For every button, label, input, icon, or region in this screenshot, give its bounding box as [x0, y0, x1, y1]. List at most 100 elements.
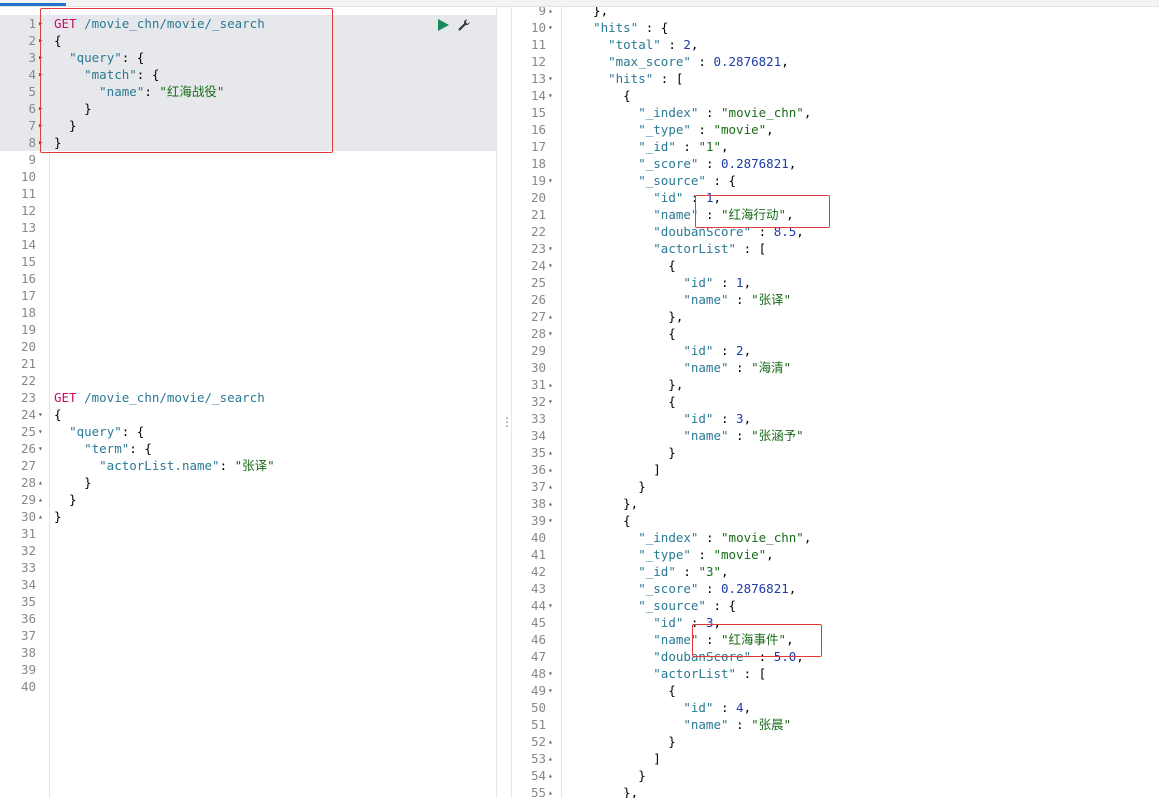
response-viewer[interactable]: 9 },10 "hits" : {11 "total" : 2,12 "max_…	[512, 7, 1159, 798]
fold-collapse-icon[interactable]	[38, 491, 48, 508]
code-line[interactable]: 36	[0, 610, 496, 627]
fold-toggle-icon[interactable]	[548, 682, 558, 699]
fold-toggle-icon[interactable]	[38, 406, 48, 423]
code-line[interactable]: 27 "actorList.name": "张译"	[0, 457, 496, 474]
code-line[interactable]: 49 {	[512, 682, 1159, 699]
code-line[interactable]: 55 },	[512, 784, 1159, 798]
fold-toggle-icon[interactable]	[548, 87, 558, 104]
code-line[interactable]: 32	[0, 542, 496, 559]
request-editor[interactable]: 1GET /movie_chn/movie/_search2{3 "query"…	[0, 7, 496, 798]
code-line[interactable]: 9 },	[512, 7, 1159, 19]
code-line[interactable]: 34	[0, 576, 496, 593]
code-line[interactable]: 11 "total" : 2,	[512, 36, 1159, 53]
code-line[interactable]: 10	[0, 168, 496, 185]
fold-collapse-icon[interactable]	[38, 508, 48, 525]
fold-toggle-icon[interactable]	[38, 117, 48, 135]
code-line[interactable]: 37 }	[512, 478, 1159, 495]
code-line[interactable]: 23 GET /movie_chn/movie/_search	[0, 389, 496, 406]
code-line[interactable]: 29 }	[0, 491, 496, 508]
fold-toggle-icon[interactable]	[548, 257, 558, 274]
code-line[interactable]: 54 }	[512, 767, 1159, 784]
code-line[interactable]: 16	[0, 270, 496, 287]
code-line[interactable]: 13	[0, 219, 496, 236]
code-line[interactable]: 29 "id" : 2,	[512, 342, 1159, 359]
fold-collapse-icon[interactable]	[548, 7, 558, 19]
fold-toggle-icon[interactable]	[38, 440, 48, 457]
play-icon[interactable]	[438, 18, 449, 31]
code-line[interactable]: 8}	[0, 134, 496, 151]
code-line[interactable]: 15	[0, 253, 496, 270]
fold-collapse-icon[interactable]	[548, 784, 558, 798]
fold-toggle-icon[interactable]	[548, 597, 558, 614]
code-line[interactable]: 48 "actorList" : [	[512, 665, 1159, 682]
fold-toggle-icon[interactable]	[38, 66, 48, 84]
code-line[interactable]: 18	[0, 304, 496, 321]
code-line[interactable]: 6 }	[0, 100, 496, 117]
code-line[interactable]: 4 "match": {	[0, 66, 496, 83]
fold-toggle-icon[interactable]	[38, 32, 48, 50]
code-line[interactable]: 25 "query": {	[0, 423, 496, 440]
code-line[interactable]: 1 GET /movie_chn/movie/_search	[0, 15, 496, 32]
code-line[interactable]: 39	[0, 661, 496, 678]
fold-collapse-icon[interactable]	[548, 478, 558, 495]
code-line[interactable]: 28 {	[512, 325, 1159, 342]
code-line[interactable]: 36 ]	[512, 461, 1159, 478]
code-line[interactable]: 31 },	[512, 376, 1159, 393]
code-line[interactable]: 44 "_source" : {	[512, 597, 1159, 614]
code-line[interactable]: 11	[0, 185, 496, 202]
fold-collapse-icon[interactable]	[548, 461, 558, 478]
code-line[interactable]: 43 "_score" : 0.2876821,	[512, 580, 1159, 597]
code-line[interactable]: 7 }	[0, 117, 496, 134]
code-line[interactable]: 12 "max_score" : 0.2876821,	[512, 53, 1159, 70]
fold-toggle-icon[interactable]	[548, 240, 558, 257]
fold-collapse-icon[interactable]	[548, 495, 558, 512]
fold-collapse-icon[interactable]	[548, 308, 558, 325]
fold-toggle-icon[interactable]	[548, 665, 558, 682]
fold-toggle-icon[interactable]	[548, 325, 558, 342]
code-line[interactable]: 46 "name" : "红海事件",	[512, 631, 1159, 648]
code-line[interactable]: 33 "id" : 3,	[512, 410, 1159, 427]
code-line[interactable]: 26 "term": {	[0, 440, 496, 457]
code-line[interactable]: 3 "query": {	[0, 49, 496, 66]
code-line[interactable]: 15 "_index" : "movie_chn",	[512, 104, 1159, 121]
code-line[interactable]: 30}	[0, 508, 496, 525]
fold-toggle-icon[interactable]	[38, 49, 48, 67]
code-line[interactable]: 14 {	[512, 87, 1159, 104]
fold-collapse-icon[interactable]	[38, 474, 48, 491]
code-line[interactable]: 40 "_index" : "movie_chn",	[512, 529, 1159, 546]
code-line[interactable]: 22 "doubanScore" : 8.5,	[512, 223, 1159, 240]
code-line[interactable]: 16 "_type" : "movie",	[512, 121, 1159, 138]
code-line[interactable]: 17	[0, 287, 496, 304]
fold-toggle-icon[interactable]	[548, 70, 558, 87]
code-line[interactable]: 30 "name" : "海清"	[512, 359, 1159, 376]
code-line[interactable]: 41 "_type" : "movie",	[512, 546, 1159, 563]
code-line[interactable]: 21 "name" : "红海行动",	[512, 206, 1159, 223]
code-line[interactable]: 45 "id" : 3,	[512, 614, 1159, 631]
code-line[interactable]: 37	[0, 627, 496, 644]
code-line[interactable]: 24 {	[0, 406, 496, 423]
code-line[interactable]: 9	[0, 151, 496, 168]
code-line[interactable]: 5 "name": "红海战役"	[0, 83, 496, 100]
code-line[interactable]: 24 {	[512, 257, 1159, 274]
fold-toggle-icon[interactable]	[548, 19, 558, 36]
code-line[interactable]: 28 }	[0, 474, 496, 491]
code-line[interactable]: 52 }	[512, 733, 1159, 750]
code-line[interactable]: 33	[0, 559, 496, 576]
code-line[interactable]: 38 },	[512, 495, 1159, 512]
code-line[interactable]: 14	[0, 236, 496, 253]
fold-toggle-icon[interactable]	[548, 512, 558, 529]
code-line[interactable]: 10 "hits" : {	[512, 19, 1159, 36]
code-line[interactable]: 20 "id" : 1,	[512, 189, 1159, 206]
fold-toggle-icon[interactable]	[38, 134, 48, 152]
code-line[interactable]: 23 "actorList" : [	[512, 240, 1159, 257]
code-line[interactable]: 25 "id" : 1,	[512, 274, 1159, 291]
code-line[interactable]: 19	[0, 321, 496, 338]
fold-collapse-icon[interactable]	[548, 444, 558, 461]
code-line[interactable]: 18 "_score" : 0.2876821,	[512, 155, 1159, 172]
code-line[interactable]: 12	[0, 202, 496, 219]
code-line[interactable]: 53 ]	[512, 750, 1159, 767]
code-line[interactable]: 27 },	[512, 308, 1159, 325]
fold-toggle-icon[interactable]	[548, 393, 558, 410]
fold-toggle-icon[interactable]	[38, 423, 48, 440]
code-line[interactable]: 17 "_id" : "1",	[512, 138, 1159, 155]
